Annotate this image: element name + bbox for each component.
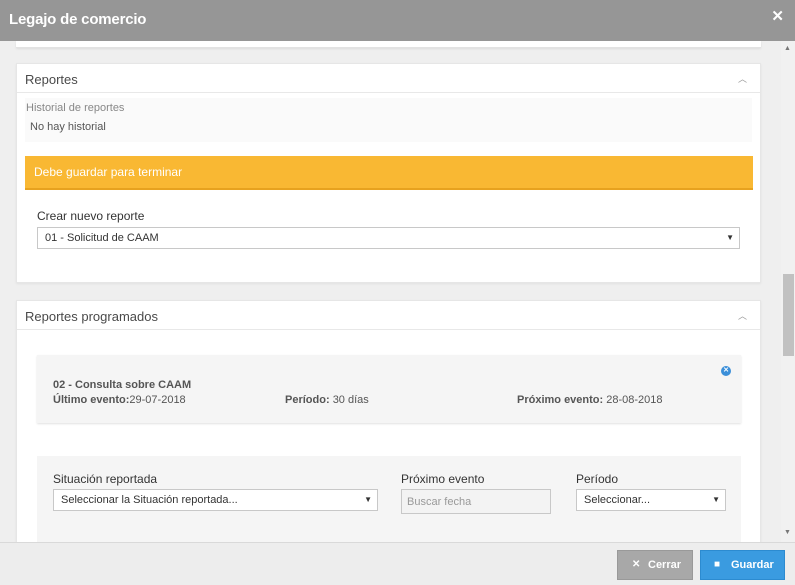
scroll-up-arrow[interactable]: ▲ [784,45,791,52]
reportes-programados-title: Reportes programados [25,309,158,324]
situacion-select[interactable]: Seleccionar la Situación reportada... ▼ [53,489,378,511]
modal-title: Legajo de comercio [9,11,147,28]
reportes-card: Reportes ︿ Historial de reportes No hay … [16,63,761,283]
periodo-value: 30 días [332,394,369,406]
guardar-button[interactable]: ■ Guardar [700,550,785,580]
close-icon: ✕ [632,559,641,570]
remove-circle-icon[interactable]: ✕ [721,366,731,376]
scroll-thumb[interactable] [783,274,794,356]
content-scrollbar[interactable]: ▲ ▼ [781,41,795,542]
proximo-evento-field-label: Próximo evento [401,472,485,486]
ultimo-evento-label: Último evento: [53,394,130,406]
ultimo-evento: Último evento:29-07-2018 [53,394,186,406]
ultimo-evento-value: 29-07-2018 [129,394,186,406]
save-warning-banner: Debe guardar para terminar [25,156,753,190]
proximo-evento-date-input[interactable] [401,489,551,514]
reportes-programados-card: Reportes programados ︿ ✕ 02 - Consulta s… [16,300,761,542]
cerrar-button[interactable]: ✕ Cerrar [617,550,693,580]
scheduled-report-item: ✕ 02 - Consulta sobre CAAM Último evento… [37,355,741,423]
create-report-select[interactable]: 01 - Solicitud de CAAM ▼ [37,227,740,249]
caret-down-icon: ▼ [726,233,734,242]
reportes-title: Reportes [25,72,78,87]
close-icon[interactable]: ✕ [771,7,784,25]
modal-titlebar: Legajo de comercio ✕ [0,0,795,41]
new-schedule-form: Situación reportada Seleccionar la Situa… [37,456,741,542]
history-value: No hay historial [30,121,106,133]
caret-down-icon: ▼ [712,495,720,504]
modal-content[interactable]: Reportes ︿ Historial de reportes No hay … [0,41,781,542]
periodo-label: Período: [285,394,330,406]
periodo: Período: 30 días [285,394,369,406]
create-report-selected: 01 - Solicitud de CAAM [45,232,159,244]
save-warning-text: Debe guardar para terminar [34,165,183,179]
situacion-selected: Seleccionar la Situación reportada... [61,494,238,506]
proximo-evento-label: Próximo evento: [517,394,604,406]
proximo-evento-value: 28-08-2018 [606,394,663,406]
periodo-select[interactable]: Seleccionar... ▼ [576,489,726,511]
modal-footer: ✕ Cerrar ■ Guardar [0,542,795,585]
history-label: Historial de reportes [26,102,125,114]
caret-down-icon: ▼ [364,495,372,504]
guardar-label: Guardar [731,559,774,571]
periodo-field-label: Período [576,472,619,486]
history-box: Historial de reportes No hay historial [25,98,752,142]
reportes-programados-header[interactable]: Reportes programados ︿ [17,301,760,330]
chevron-up-icon[interactable]: ︿ [738,72,747,85]
periodo-selected: Seleccionar... [584,494,651,506]
situacion-label: Situación reportada [53,472,158,486]
scroll-down-arrow[interactable]: ▼ [784,529,791,536]
previous-card-bottom [16,41,761,48]
cerrar-label: Cerrar [648,559,682,571]
floppy-disk-icon: ■ [714,559,721,570]
proximo-evento: Próximo evento: 28-08-2018 [517,394,663,406]
reportes-card-header[interactable]: Reportes ︿ [17,64,760,93]
chevron-up-icon[interactable]: ︿ [738,309,747,322]
scheduled-report-title: 02 - Consulta sobre CAAM [53,379,192,391]
create-report-label: Crear nuevo reporte [37,209,145,223]
